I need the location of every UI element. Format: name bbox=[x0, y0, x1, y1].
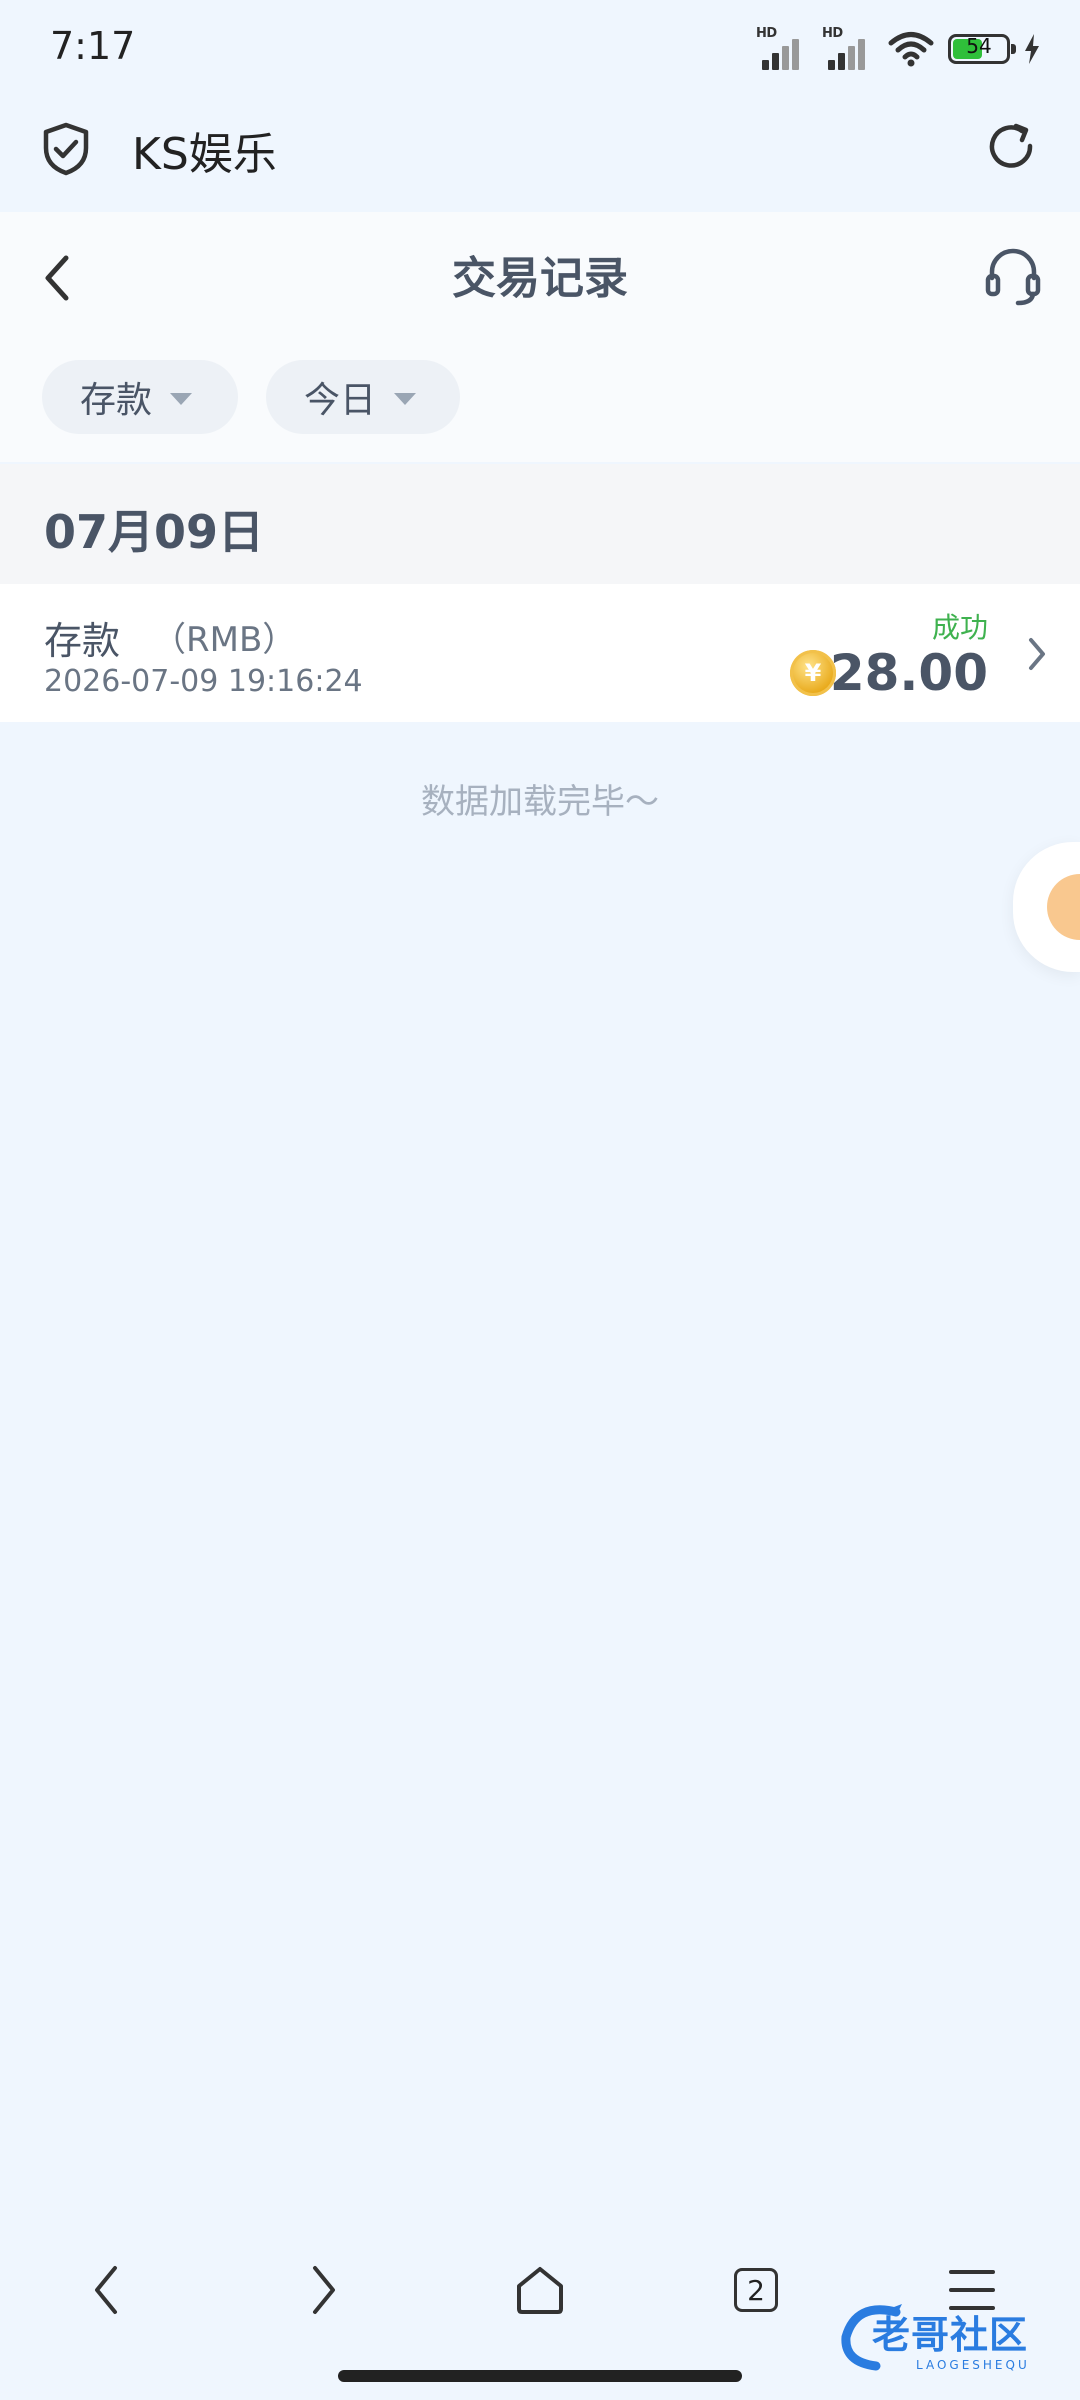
signal-icon: HD bbox=[756, 26, 808, 70]
coin-symbol: ¥ bbox=[804, 659, 822, 687]
charging-bolt-icon bbox=[1025, 34, 1039, 64]
date-label: 07月09日 bbox=[44, 505, 265, 559]
chevron-right-icon bbox=[313, 2266, 335, 2314]
battery-level: 54 bbox=[966, 34, 992, 58]
date-group-header: 07月09日 bbox=[0, 464, 1080, 584]
battery-icon: 54 bbox=[948, 34, 1016, 64]
record-currency: （RMB） bbox=[152, 620, 297, 660]
watermark-subtext: LAOGESHEQU bbox=[916, 2358, 1030, 2372]
record-time: 2026-07-09 19:16:24 bbox=[44, 664, 363, 699]
site-title: KS娱乐 bbox=[132, 129, 277, 180]
caret-down-icon bbox=[170, 393, 193, 405]
page-title: 交易记录 bbox=[452, 253, 628, 304]
chevron-left-icon bbox=[95, 2266, 117, 2314]
record-amount: 28.00 bbox=[829, 644, 988, 702]
type-filter-dropdown[interactable]: 存款 bbox=[42, 360, 238, 434]
signal-icon-2: HD bbox=[822, 26, 874, 70]
nav-back-button[interactable] bbox=[66, 2250, 146, 2330]
home-icon bbox=[517, 2267, 563, 2314]
page-header: 交易记录 存款 今日 bbox=[0, 212, 1080, 462]
chevron-right-icon bbox=[1029, 638, 1045, 670]
period-filter-dropdown[interactable]: 今日 bbox=[266, 360, 460, 434]
status-icons: HD HD 54 bbox=[756, 24, 1040, 74]
watermark-logo: 老哥社区 LAOGESHEQU bbox=[836, 2300, 1076, 2380]
table-row[interactable]: 存款 （RMB） 2026-07-09 19:16:24 成功 ¥ 28.00 bbox=[0, 584, 1080, 722]
status-time: 7:17 bbox=[50, 24, 136, 68]
status-bar: 7:17 HD HD 54 bbox=[0, 0, 1080, 96]
nav-home-button[interactable] bbox=[500, 2250, 580, 2330]
nav-forward-button[interactable] bbox=[284, 2250, 364, 2330]
status-badge: 成功 bbox=[931, 611, 988, 644]
type-filter-label: 存款 bbox=[80, 380, 153, 421]
refresh-icon[interactable] bbox=[986, 122, 1038, 174]
nav-tabs-button[interactable]: 2 bbox=[716, 2250, 796, 2330]
floating-action-button[interactable] bbox=[1013, 842, 1080, 972]
wifi-icon bbox=[888, 32, 934, 67]
caret-down-icon bbox=[394, 393, 417, 405]
record-type: 存款 bbox=[44, 619, 121, 663]
headset-icon[interactable] bbox=[984, 246, 1042, 308]
watermark-text: 老哥社区 bbox=[872, 2313, 1029, 2357]
shield-check-icon[interactable] bbox=[42, 122, 90, 176]
browser-bar: KS娱乐 bbox=[0, 96, 1080, 212]
period-filter-label: 今日 bbox=[304, 380, 377, 421]
home-indicator[interactable] bbox=[338, 2370, 742, 2382]
end-of-list-message: 数据加载完毕～ bbox=[421, 782, 659, 822]
tab-count: 2 bbox=[734, 2268, 778, 2312]
